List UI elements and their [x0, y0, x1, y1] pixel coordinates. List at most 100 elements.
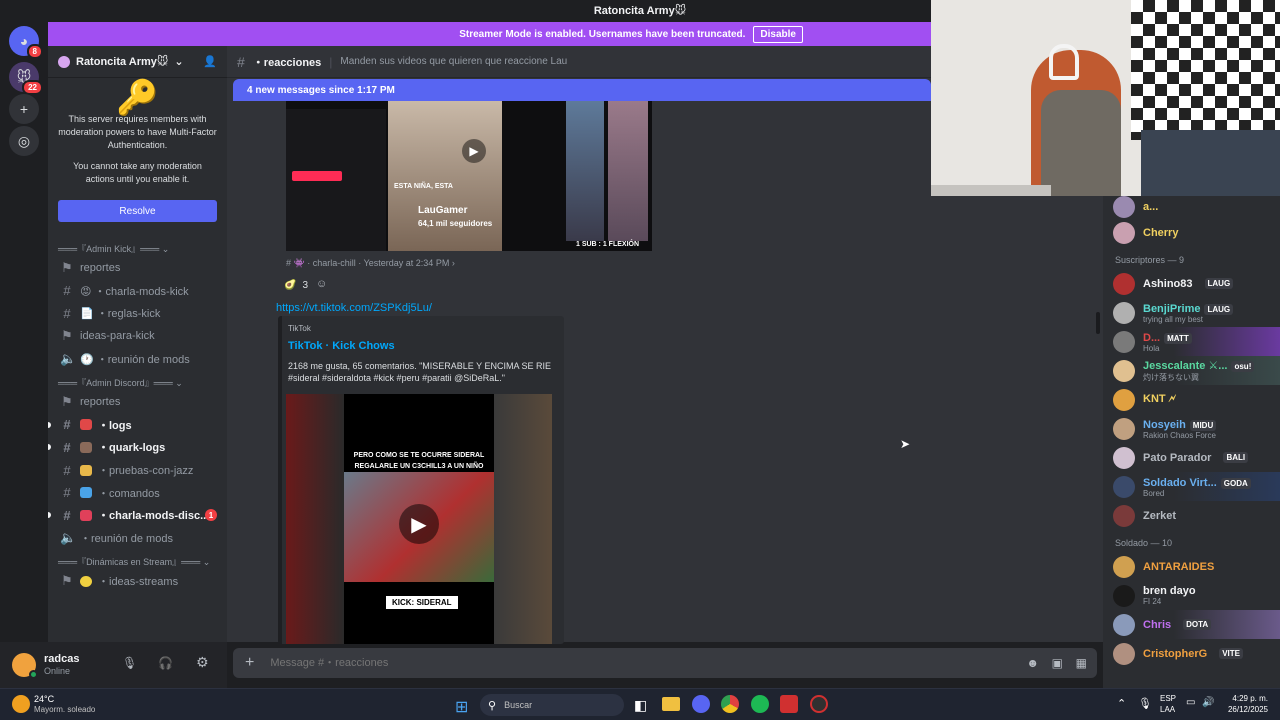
avatar	[1113, 613, 1135, 636]
user-avatar[interactable]	[12, 653, 38, 679]
obs-icon[interactable]	[810, 695, 828, 713]
clock-date: 26/12/2025	[1227, 705, 1268, 714]
member-soldado-virt[interactable]: Soldado Virt... GODA Bored	[1103, 472, 1280, 501]
chevron-down-icon: ⌄	[174, 56, 184, 68]
member-pato-parador[interactable]: Pato Parador BALI	[1103, 443, 1280, 472]
member-ashino83[interactable]: Ashino83 LAUG	[1103, 269, 1280, 298]
apps-icon[interactable]: ▦	[1076, 656, 1087, 670]
embed-video[interactable]: PERO COMO SE TE OCURRE SIDERAL REGALARLE…	[286, 394, 552, 644]
member-name: a...	[1143, 201, 1159, 213]
home-button[interactable]: ◕ 8	[9, 26, 43, 59]
key-icon: 🔑	[116, 79, 159, 117]
channel-reunion-mods-kick[interactable]: 🔈 🕐 ・reunión de mods	[48, 347, 227, 370]
video-frame: ESTA NIÑA, ESTA LauGamer 64,1 mil seguid…	[388, 101, 502, 251]
gif-icon[interactable]: ▣	[1052, 656, 1063, 670]
weather-temp[interactable]: 24°C	[34, 694, 54, 704]
member-benjiprime[interactable]: BenjiPrime LAUG trying all my best	[1103, 298, 1280, 327]
emoji-icon	[80, 419, 92, 431]
server-header[interactable]: Ratoncita Army🐭 ⌄ 👤	[48, 46, 227, 78]
channel-quark-logs[interactable]: # ・quark-logs	[48, 436, 227, 459]
server-icon-ratoncita[interactable]: 🐭 22	[9, 62, 43, 95]
member-cristopherg[interactable]: CristopherG VITE	[1103, 639, 1280, 668]
chat-scrollbar[interactable]	[1096, 312, 1100, 334]
search-label: Buscar	[504, 700, 533, 710]
channel-pruebas-con-jazz[interactable]: # ・pruebas-con-jazz	[48, 459, 227, 482]
member-zerket[interactable]: Zerket	[1103, 501, 1280, 530]
reaction-chip[interactable]: 🥑 3	[278, 276, 314, 294]
thumb-followers: 64,1 mil seguidores	[418, 219, 493, 228]
member-top-1[interactable]: a...	[1103, 196, 1280, 218]
hash-icon: #	[63, 439, 71, 455]
member-nosyeih[interactable]: Nosyeih MIDU Rakion Chaos Force	[1103, 414, 1280, 443]
channel-charla-mods-discord[interactable]: # ・charla-mods-disc... 1	[48, 504, 227, 527]
member-bren-dayo[interactable]: bren dayo FI 24	[1103, 581, 1280, 610]
spotify-icon[interactable]	[751, 695, 769, 713]
channel-ideas-streams[interactable]: ⚑ ・ideas-streams	[48, 570, 227, 593]
forwarded-image[interactable]: ESTA NIÑA, ESTA LauGamer 64,1 mil seguid…	[286, 101, 652, 251]
search-icon: ⚲	[488, 699, 497, 712]
chrome-icon[interactable]	[721, 695, 739, 713]
weather-sun-icon[interactable]	[12, 695, 30, 713]
channel-reportes-discord[interactable]: ⚑ reportes	[48, 391, 227, 414]
member-cherry[interactable]: Cherry	[1103, 218, 1280, 247]
channel-ideas-para-kick[interactable]: ⚑ ideas-para-kick	[48, 325, 227, 348]
channel-reglas-kick[interactable]: # 📄 ・reglas-kick	[48, 302, 227, 325]
mouse-cursor-icon: ➤	[900, 437, 911, 451]
disable-button[interactable]: Disable	[753, 25, 803, 43]
member-antaraides[interactable]: ANTARAIDES	[1103, 552, 1280, 581]
taskbar-search[interactable]: ⚲ Buscar	[480, 694, 624, 716]
plus-icon: +	[19, 101, 29, 117]
clock-time[interactable]: 4:29 p. m.	[1224, 694, 1268, 703]
resolve-button[interactable]: Resolve	[58, 200, 217, 222]
play-icon[interactable]: ▶	[399, 504, 439, 544]
volume-icon[interactable]: 🔊	[1202, 697, 1214, 708]
channel-logs[interactable]: # ・logs	[48, 414, 227, 437]
explore-button[interactable]: ◎	[9, 126, 39, 156]
login-button-shape	[292, 171, 342, 181]
forum-icon: ⚑	[61, 394, 73, 410]
tray-chevron-icon[interactable]: ⌃	[1117, 697, 1126, 710]
member-name: BenjiPrime	[1143, 303, 1201, 315]
network-icon[interactable]: ▭	[1186, 697, 1195, 708]
settings-icon[interactable]: ⚙	[196, 654, 209, 671]
chevron-right-icon: ›	[451, 258, 455, 268]
channel-reportes-kick[interactable]: ⚑ reportes	[48, 257, 227, 280]
avatar	[1113, 504, 1135, 527]
member-name: CristopherG	[1143, 647, 1208, 660]
language-1[interactable]: ESP	[1160, 694, 1176, 703]
headphones-icon[interactable]: 🎧	[158, 656, 173, 670]
app-red-icon[interactable]	[780, 695, 798, 713]
task-view-icon[interactable]: ◧	[634, 697, 647, 714]
member-d[interactable]: D... MATT Hola	[1103, 327, 1280, 356]
message-input[interactable]	[270, 657, 971, 669]
category-admin-kick[interactable]: ═══『Admin Kick』═══ ⌄	[48, 236, 227, 257]
mic-tray-icon[interactable]: 🎙	[1138, 697, 1152, 710]
file-explorer-icon[interactable]	[662, 697, 680, 711]
member-tag: DOTA	[1183, 619, 1212, 630]
message-link[interactable]: https://vt.tiktok.com/ZSPKdj5Lu/	[276, 302, 432, 314]
member-jesscalante[interactable]: Jesscalante ⚔... osu! 灼け落ちない翼	[1103, 356, 1280, 385]
video-blur-right	[494, 394, 552, 644]
member-name: ANTARAIDES	[1143, 560, 1215, 573]
channel-reunion-mods-discord[interactable]: 🔈 ・reunión de mods	[48, 527, 227, 550]
member-chris[interactable]: Chris DOTA	[1103, 610, 1280, 639]
plus-icon[interactable]: +	[245, 654, 254, 672]
discord-taskbar-icon[interactable]	[692, 695, 710, 713]
unread-pill	[48, 421, 51, 428]
embed-title[interactable]: TikTok · Kick Chows	[288, 340, 395, 352]
avatar	[1113, 475, 1135, 498]
category-dinamicas[interactable]: ═══『Dinámicas en Stream』═══ ⌄	[48, 549, 227, 570]
category-admin-discord[interactable]: ═══『Admin Discord』═══ ⌄	[48, 370, 227, 391]
microphone-icon[interactable]: 🎙	[122, 656, 137, 670]
member-knt[interactable]: KNT 🗲	[1103, 385, 1280, 414]
new-messages-bar[interactable]: 4 new messages since 1:17 PM	[233, 79, 931, 101]
channel-charla-mods-kick[interactable]: # 😡 ・charla-mods-kick	[48, 280, 227, 303]
add-reaction-icon[interactable]: ☺	[316, 278, 327, 290]
windows-start-icon[interactable]: ⊞	[455, 697, 468, 717]
channel-comandos[interactable]: # ・comandos	[48, 481, 227, 504]
emoji-icon[interactable]: ☻	[1026, 656, 1039, 670]
forward-channel[interactable]: charla-chill	[313, 258, 356, 268]
add-member-icon[interactable]: 👤	[203, 55, 217, 68]
add-server-button[interactable]: +	[9, 94, 39, 124]
divider: |	[329, 54, 333, 69]
